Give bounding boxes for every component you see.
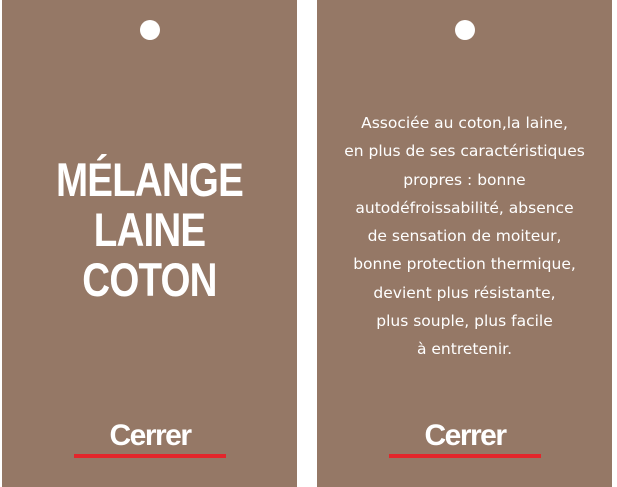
description-line: de sensation de moiteur, bbox=[367, 227, 562, 246]
description-line: propres : bonne bbox=[403, 170, 526, 189]
description-line: plus souple, plus facile bbox=[376, 312, 553, 331]
description-line: Associée au coton,la laine, bbox=[361, 114, 568, 132]
tag-hole bbox=[139, 20, 160, 40]
tag-title-line-2: LAINE COTON bbox=[82, 203, 217, 306]
tag-hole bbox=[454, 20, 475, 40]
tag-description: Associée au coton,la laine, en plus de s… bbox=[317, 109, 612, 364]
hang-tag-front: MÉLANGE LAINE COTON Cerrer bbox=[2, 0, 297, 487]
brand-logo: Cerrer bbox=[389, 419, 541, 458]
brand-name: Cerrer bbox=[424, 419, 507, 452]
description-line: devient plus résistante, bbox=[373, 283, 556, 302]
tag-title: MÉLANGE LAINE COTON bbox=[29, 155, 271, 305]
brand-logo: Cerrer bbox=[74, 419, 226, 458]
description-line: à entretenir. bbox=[416, 340, 513, 359]
description-line: en plus de ses caractéristiques bbox=[344, 142, 585, 161]
brand-name: Cerrer bbox=[109, 419, 192, 452]
brand-underline bbox=[74, 454, 226, 458]
hang-tag-back: Associée au coton,la laine, en plus de s… bbox=[317, 0, 612, 487]
description-line: autodéfroissabilité, absence bbox=[355, 198, 574, 217]
tag-title-line-1: MÉLANGE bbox=[56, 153, 244, 206]
brand-underline bbox=[389, 454, 541, 458]
description-line: bonne protection thermique, bbox=[353, 255, 576, 274]
